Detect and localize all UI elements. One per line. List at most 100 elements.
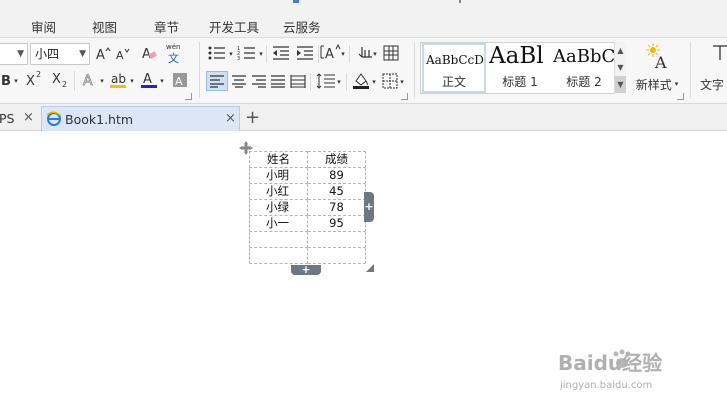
paragraph-shading-icon[interactable] — [351, 70, 371, 90]
svg-text:A: A — [654, 53, 667, 70]
numbered-list-icon[interactable]: 123 — [236, 43, 258, 63]
font-size-combo[interactable]: 小四 ▼ — [30, 43, 90, 65]
menu-tab-view[interactable]: 视图 — [92, 17, 117, 36]
font-name-combo[interactable]: ▼ — [0, 43, 28, 65]
close-icon[interactable]: × — [23, 110, 34, 125]
add-column-button[interactable]: + — [364, 192, 374, 222]
border-icon[interactable] — [381, 71, 399, 91]
score-table[interactable]: 姓名 成绩 小明 89 小红 45 小绿 78 小一 95 — [249, 151, 366, 264]
header-name[interactable]: 姓名 — [249, 151, 308, 168]
style-normal[interactable]: AaBbCcDd 正文 — [422, 43, 486, 93]
menu-tab-developer[interactable]: 开发工具 — [209, 17, 259, 36]
doc-tab-book1[interactable]: Book1.htm × — [41, 106, 240, 131]
grow-font-icon[interactable]: A — [94, 44, 112, 64]
style-dialog-launcher[interactable] — [677, 93, 684, 100]
chevron-down-icon[interactable]: ▾ — [129, 76, 135, 86]
font-color-icon[interactable]: A — [139, 69, 159, 89]
bullet-list-icon[interactable] — [206, 43, 228, 63]
align-right-button[interactable] — [249, 71, 269, 91]
subscript-icon[interactable]: X2 — [50, 69, 70, 89]
style-normal-name: 正文 — [441, 75, 466, 89]
font-dialog-launcher[interactable] — [185, 93, 192, 100]
chevron-down-icon[interactable]: ▾ — [399, 77, 405, 87]
table-header-row: 姓名 成绩 — [249, 151, 366, 168]
align-center-button[interactable] — [229, 71, 249, 91]
cell-score[interactable]: 95 — [307, 215, 366, 232]
svg-text:X: X — [52, 72, 61, 87]
style-gallery-scroll[interactable]: ▲ ▼ ▼ — [614, 42, 626, 94]
shrink-font-icon[interactable]: A — [114, 44, 132, 64]
svg-text:2: 2 — [36, 70, 41, 79]
text-tool-icon[interactable] — [710, 43, 727, 63]
clear-format-icon[interactable]: A — [139, 43, 159, 63]
scroll-down-icon[interactable]: ▼ — [615, 59, 626, 76]
char-shading-icon[interactable]: A — [171, 70, 189, 90]
chevron-down-icon[interactable]: ▾ — [13, 76, 19, 86]
svg-text:A: A — [116, 49, 124, 62]
phonetic-bottom-text: 文 — [168, 51, 179, 65]
new-style-label[interactable]: 新样式 ▾ — [631, 74, 683, 94]
ribbon-separator — [310, 73, 311, 91]
align-left-button[interactable] — [206, 71, 228, 91]
cell-score[interactable] — [307, 247, 366, 264]
style-heading-1-sample: AaBl — [489, 43, 544, 69]
table-row — [249, 247, 366, 264]
menu-tab-section[interactable]: 章节 — [154, 17, 179, 36]
style-normal-sample: AaBbCcDd — [426, 53, 484, 67]
cell-score[interactable]: 78 — [307, 199, 366, 216]
cell-score[interactable] — [307, 231, 366, 248]
style-heading-2-sample: AaBbC — [553, 46, 615, 67]
add-row-button[interactable]: + — [291, 264, 321, 275]
svg-text:ab: ab — [111, 72, 126, 86]
chevron-down-icon[interactable]: ▾ — [228, 49, 234, 59]
header-score[interactable]: 成绩 — [307, 151, 366, 168]
increase-indent-icon[interactable] — [295, 43, 315, 63]
scroll-up-icon[interactable]: ▲ — [615, 42, 626, 59]
new-style-icon[interactable]: A — [641, 42, 675, 70]
menu-tab-cloud[interactable]: 云服务 — [283, 17, 321, 36]
ribbon-separator — [74, 71, 75, 91]
paragraph-dialog-launcher[interactable] — [401, 93, 408, 100]
doc-tab-wps[interactable]: PS × — [0, 106, 39, 131]
cell-score[interactable]: 45 — [307, 183, 366, 200]
new-style-text: 新样式 — [635, 77, 672, 92]
text-effect-icon[interactable]: A — [80, 69, 100, 89]
gallery-expand-icon[interactable]: ▼ — [615, 76, 626, 93]
cell-score[interactable]: 89 — [307, 167, 366, 184]
chevron-down-icon[interactable]: ▾ — [372, 49, 378, 59]
cell-name[interactable] — [249, 247, 308, 264]
chevron-down-icon[interactable]: ▾ — [99, 76, 105, 86]
chevron-down-icon[interactable]: ▾ — [371, 77, 377, 87]
ribbon-separator — [690, 42, 691, 98]
chevron-down-icon[interactable]: ▾ — [159, 76, 165, 86]
superscript-icon[interactable]: X2 — [24, 69, 44, 89]
highlight-icon[interactable]: ab — [108, 69, 128, 89]
chevron-down-icon[interactable]: ▾ — [336, 77, 342, 87]
menu-tab-review[interactable]: 审阅 — [31, 17, 56, 36]
justify-button[interactable] — [268, 71, 288, 91]
distribute-button[interactable] — [288, 71, 308, 91]
chevron-down-icon: ▾ — [674, 80, 679, 88]
cell-name[interactable] — [249, 231, 308, 248]
cell-name[interactable]: 小红 — [249, 183, 308, 200]
chevron-down-icon[interactable]: ▾ — [258, 49, 264, 59]
cell-name[interactable]: 小一 — [249, 215, 308, 232]
style-heading-2[interactable]: AaBbC 标题 2 — [553, 43, 615, 93]
chevron-down-icon[interactable]: ▾ — [340, 49, 346, 59]
watermark-brand: Baidu经验 — [558, 351, 662, 375]
decrease-indent-icon[interactable] — [271, 43, 291, 63]
font-size-value: 小四 — [35, 47, 60, 61]
new-tab-plus-icon[interactable]: + — [245, 107, 260, 128]
chevron-down-icon: ▼ — [79, 49, 86, 59]
phonetic-top-text: wén — [166, 43, 180, 51]
phonetic-guide-icon[interactable]: wén 文 — [163, 40, 185, 66]
text-tool-label[interactable]: 文字 — [700, 74, 727, 94]
svg-text:A: A — [175, 75, 183, 88]
close-icon[interactable]: × — [225, 111, 236, 126]
line-spacing-icon[interactable] — [315, 71, 337, 91]
cell-name[interactable]: 小明 — [249, 167, 308, 184]
style-heading-1[interactable]: AaBl 标题 1 — [489, 43, 551, 93]
cell-name[interactable]: 小绿 — [249, 199, 308, 216]
table-resize-handle-icon[interactable] — [366, 264, 374, 272]
table-grid-icon[interactable] — [382, 43, 400, 63]
